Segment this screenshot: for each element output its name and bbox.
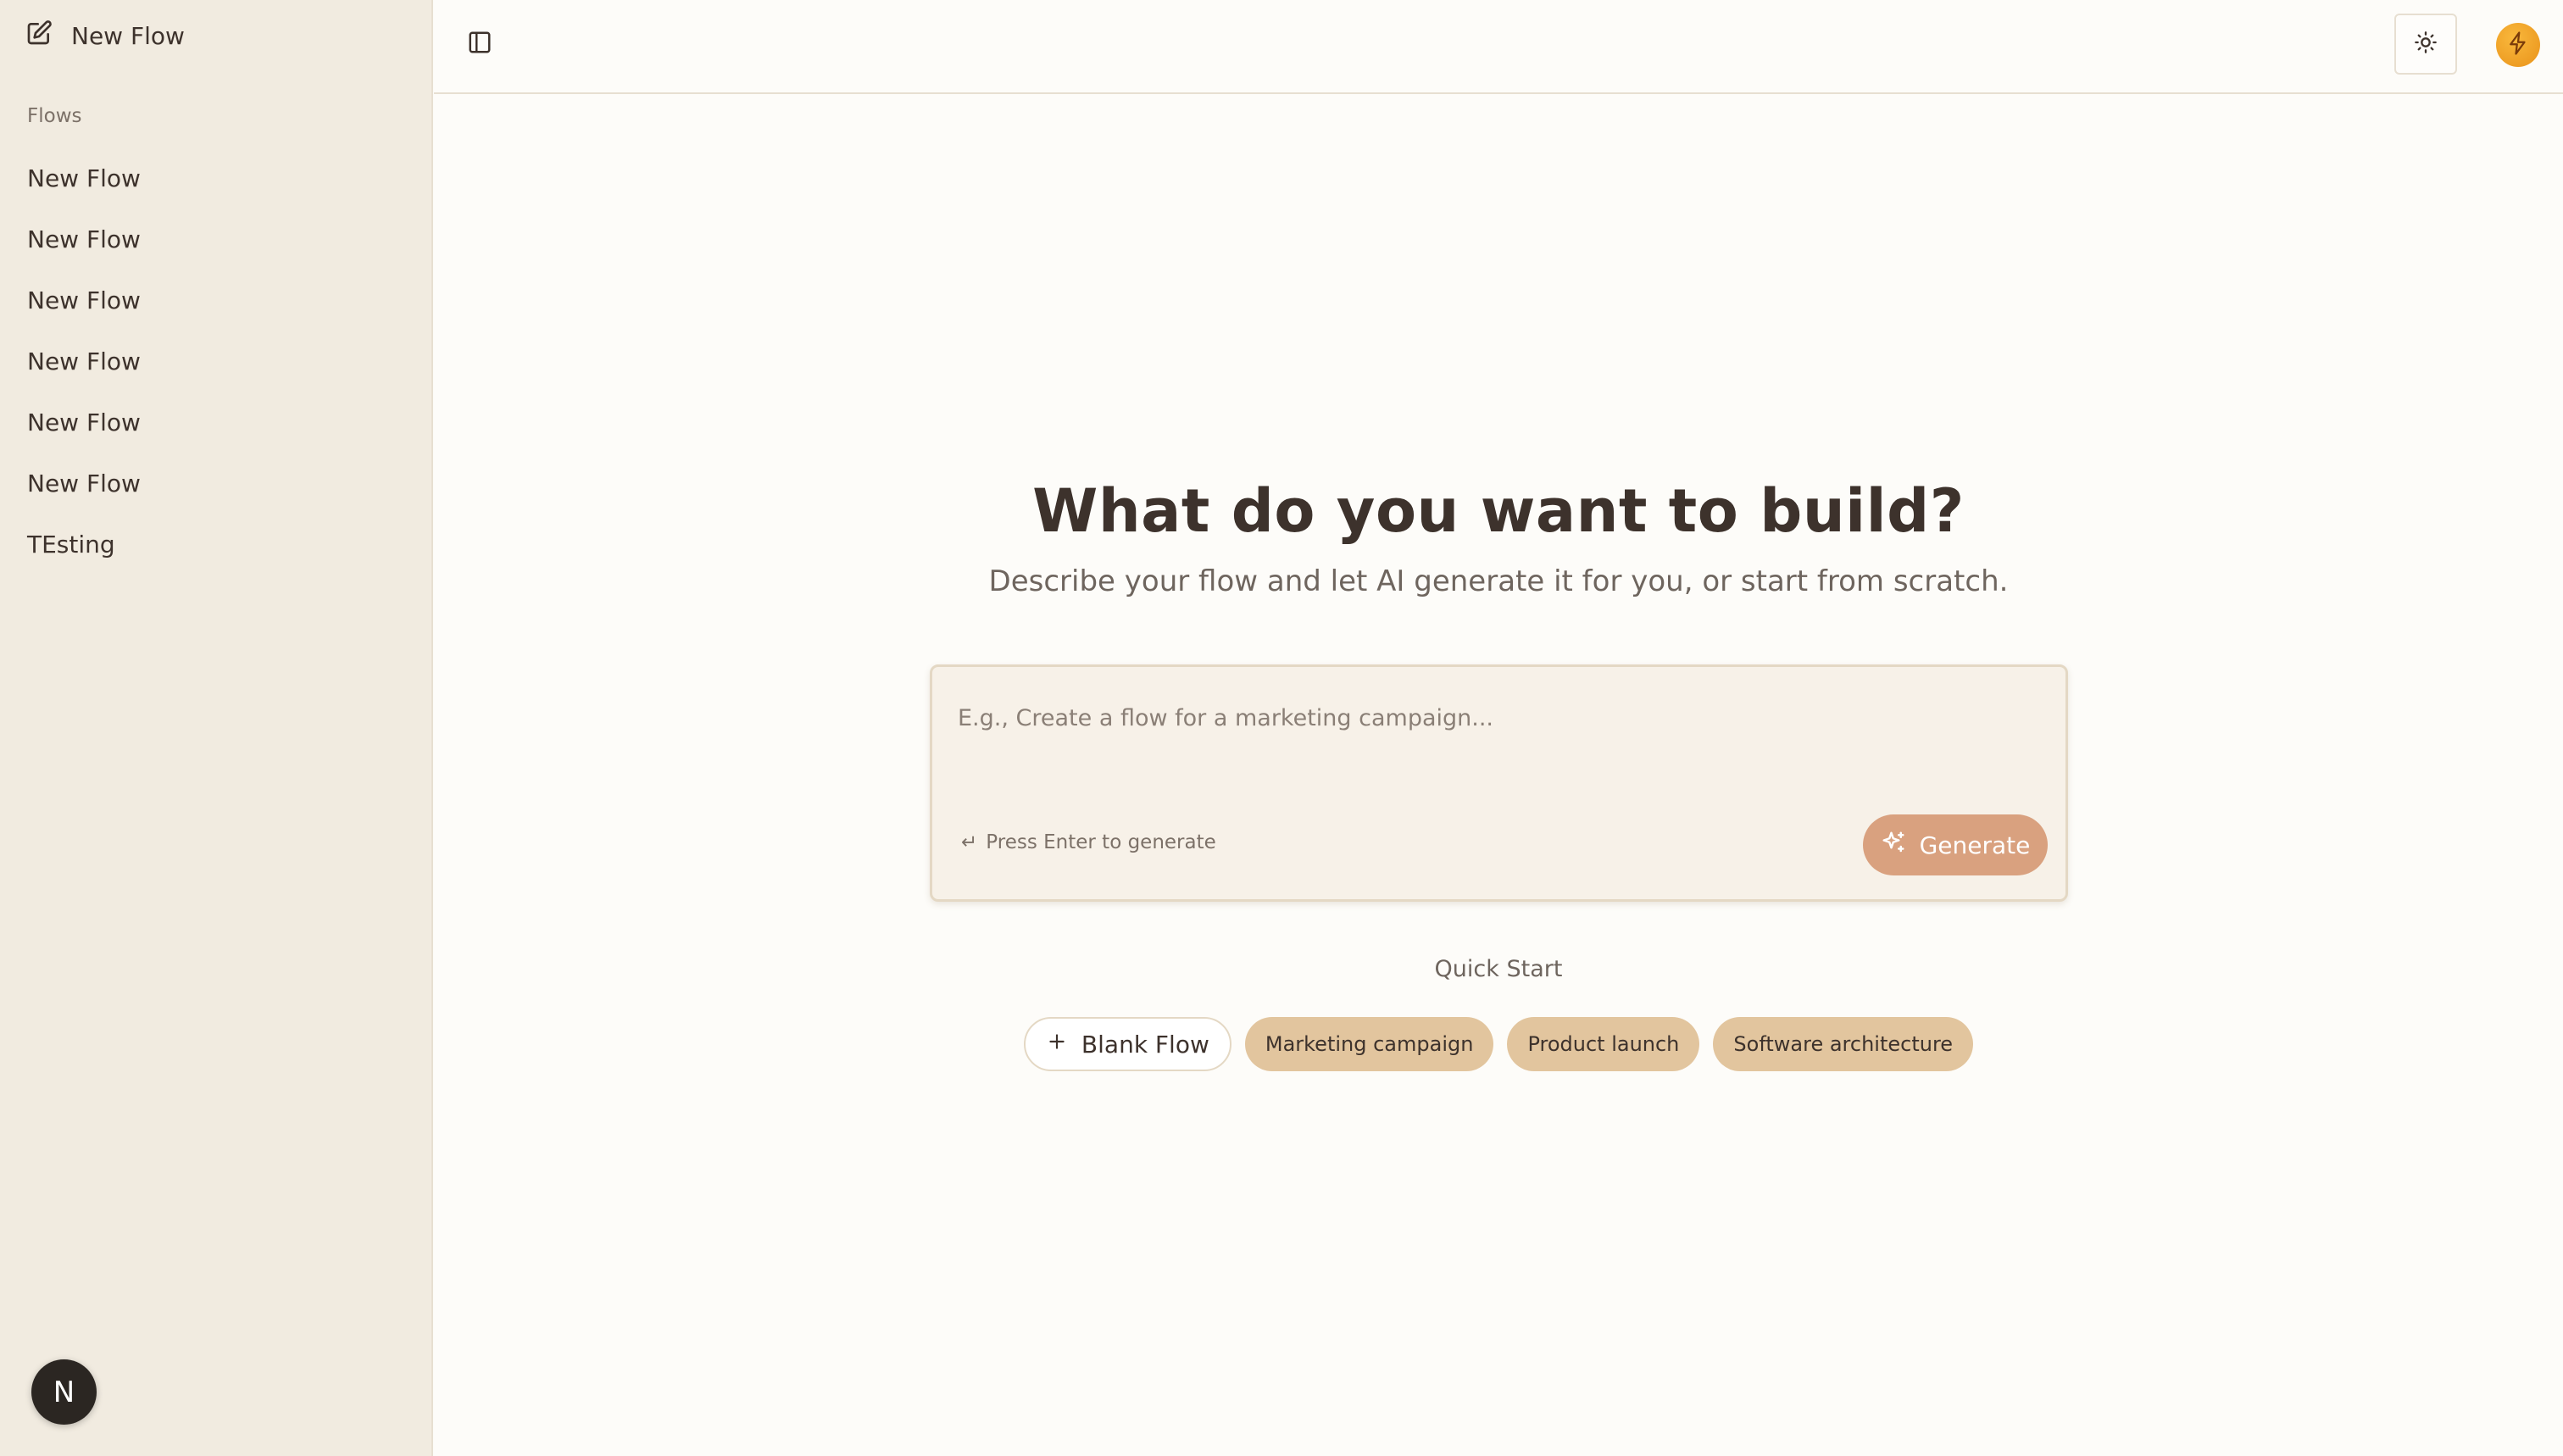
panel-left-icon <box>467 30 492 58</box>
blank-flow-button[interactable]: Blank Flow <box>1023 1017 1231 1071</box>
app-root: New Flow Flows New Flow New Flow New Flo… <box>0 0 2563 1456</box>
user-avatar[interactable] <box>2496 23 2540 67</box>
sun-icon <box>2414 31 2438 58</box>
sidebar-toggle-button[interactable] <box>464 29 495 59</box>
enter-hint: ↵ Press Enter to generate <box>961 831 1216 853</box>
new-flow-label: New Flow <box>71 21 185 50</box>
quick-start-chips: Blank Flow Marketing campaign Product la… <box>434 1017 2563 1071</box>
sidebar-flow-item[interactable]: New Flow <box>0 331 432 392</box>
sidebar: New Flow Flows New Flow New Flow New Flo… <box>0 0 433 1456</box>
enter-hint-text: Press Enter to generate <box>986 831 1216 853</box>
top-bar <box>434 0 2563 94</box>
generate-label: Generate <box>1919 831 2031 859</box>
quick-start-chip[interactable]: Software architecture <box>1713 1017 1974 1071</box>
main-content: What do you want to build? Describe your… <box>434 95 2563 1456</box>
theme-toggle-button[interactable] <box>2394 14 2457 75</box>
lightning-icon <box>2505 31 2531 59</box>
generate-button[interactable]: Generate <box>1863 814 2048 875</box>
quick-start-heading: Quick Start <box>1434 956 1563 982</box>
flow-list: New Flow New Flow New Flow New Flow New … <box>0 147 432 575</box>
sparkles-icon <box>1881 830 1906 861</box>
enter-key-icon: ↵ <box>961 831 978 853</box>
sidebar-flow-item[interactable]: New Flow <box>0 147 432 208</box>
sidebar-flow-item[interactable]: New Flow <box>0 270 432 331</box>
blank-flow-label: Blank Flow <box>1081 1030 1209 1059</box>
page-title: What do you want to build? <box>1032 476 1965 546</box>
sidebar-flow-item[interactable]: New Flow <box>0 208 432 270</box>
quick-start-chip[interactable]: Marketing campaign <box>1244 1017 1494 1071</box>
edit-icon <box>25 19 53 53</box>
prompt-card: ↵ Press Enter to generate Generate <box>930 664 2068 902</box>
new-flow-button[interactable]: New Flow <box>25 15 185 56</box>
quick-start-chip[interactable]: Product launch <box>1507 1017 1700 1071</box>
sidebar-flow-item[interactable]: TEsting <box>0 514 432 575</box>
sidebar-flow-item[interactable]: New Flow <box>0 453 432 514</box>
sidebar-flow-item[interactable]: New Flow <box>0 392 432 453</box>
page-subtitle: Describe your flow and let AI generate i… <box>988 564 2009 598</box>
prompt-input[interactable] <box>958 692 2034 743</box>
flows-heading: Flows <box>27 105 82 127</box>
app-badge[interactable]: N <box>31 1359 97 1425</box>
plus-icon <box>1046 1031 1068 1059</box>
